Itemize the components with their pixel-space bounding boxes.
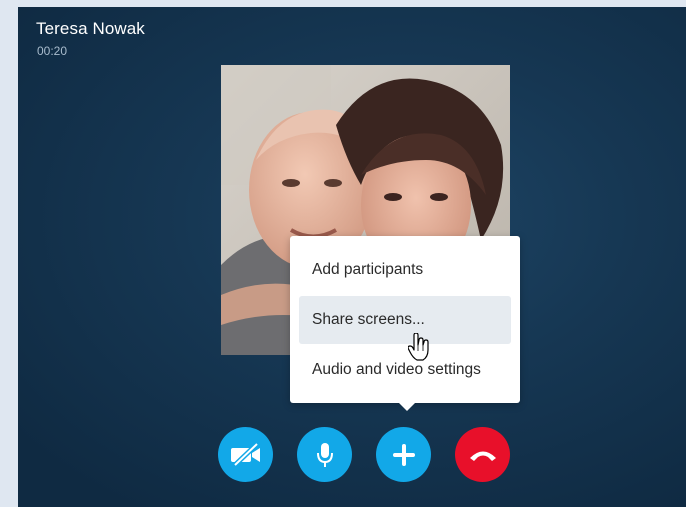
video-off-icon <box>230 442 260 467</box>
toggle-video-button[interactable] <box>218 427 273 482</box>
hand-cursor-icon <box>407 332 430 366</box>
call-controls <box>218 421 518 482</box>
menu-item-share-screens[interactable]: Share screens... <box>299 296 511 344</box>
more-options-menu: Add participants Share screens... Audio … <box>290 236 520 411</box>
more-options-button[interactable] <box>376 427 431 482</box>
plus-icon <box>392 443 415 466</box>
menu-item-add-participants[interactable]: Add participants <box>299 246 511 294</box>
hang-up-icon <box>469 451 496 461</box>
microphone-icon <box>316 442 333 467</box>
menu-item-audio-video-settings[interactable]: Audio and video settings <box>299 346 511 394</box>
toggle-mic-button[interactable] <box>297 427 352 482</box>
call-duration: 00:20 <box>37 44 68 58</box>
caller-name: Teresa Nowak <box>36 19 145 38</box>
end-call-button[interactable] <box>455 427 510 482</box>
call-window: Teresa Nowak 00:20 Add participants Shar… <box>18 7 686 507</box>
